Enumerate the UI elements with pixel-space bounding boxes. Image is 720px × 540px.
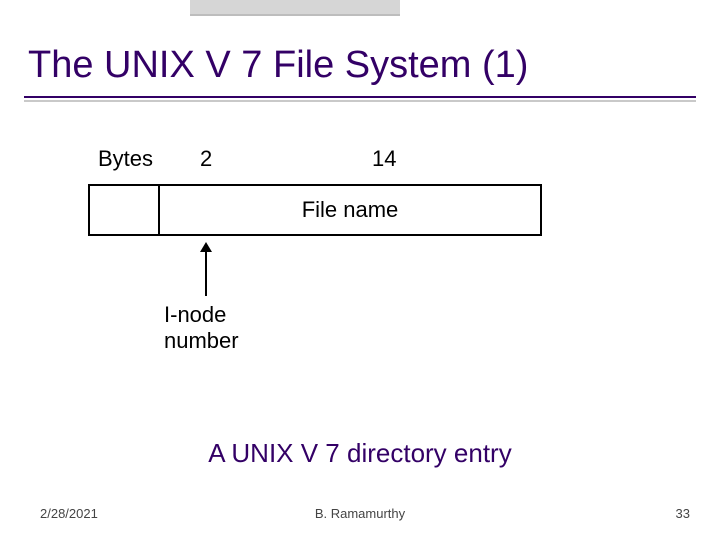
topbar-decoration	[0, 0, 720, 36]
inode-cell	[90, 186, 160, 234]
bytes-label: Bytes	[98, 146, 153, 172]
footer: 2/28/2021 B. Ramamurthy 33	[0, 506, 720, 526]
col2-byte-count: 14	[372, 146, 396, 172]
arrow-up-icon	[202, 242, 210, 296]
title-underline-shadow	[24, 100, 696, 102]
inode-label-line2: number	[164, 328, 239, 353]
entry-box: File name	[88, 184, 542, 236]
filename-cell: File name	[160, 186, 540, 234]
col1-byte-count: 2	[200, 146, 212, 172]
slide-caption: A UNIX V 7 directory entry	[0, 438, 720, 469]
slide-title: The UNIX V 7 File System (1)	[28, 44, 692, 87]
bytes-row: Bytes 2 14	[88, 146, 542, 176]
directory-entry-diagram: Bytes 2 14 File name I-node number	[88, 146, 542, 236]
title-underline	[24, 96, 696, 98]
inode-label-line1: I-node	[164, 302, 226, 327]
footer-author: B. Ramamurthy	[0, 506, 720, 521]
footer-page-number: 33	[676, 506, 690, 521]
arrow-line-icon	[205, 250, 207, 296]
topbar-decoration-fill	[190, 0, 400, 16]
slide: The UNIX V 7 File System (1) Bytes 2 14 …	[0, 0, 720, 540]
inode-label: I-node number	[164, 302, 239, 355]
